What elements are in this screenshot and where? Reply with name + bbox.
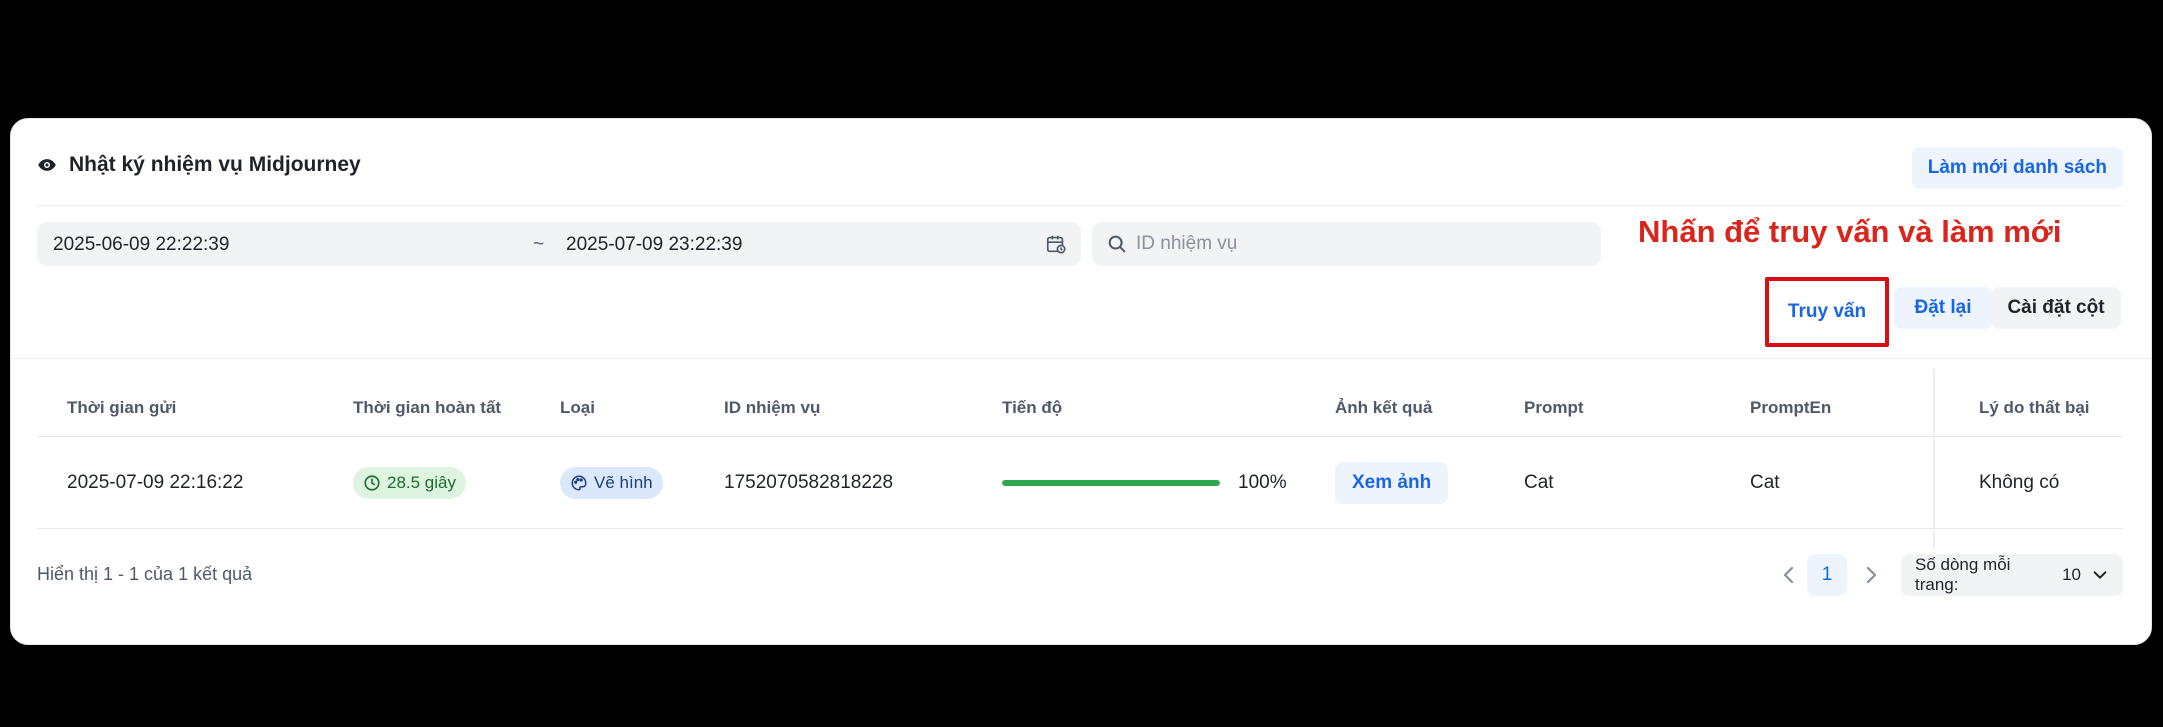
column-header: Ảnh kết quả [1335,398,1433,417]
chevron-down-icon [2091,566,2109,584]
view-image-button[interactable]: Xem ảnh [1335,462,1449,504]
divider [11,358,2151,359]
column-header: Lý do thất bại [1979,398,2090,417]
date-start[interactable]: 2025-06-09 22:22:39 [53,234,229,256]
column-header: Loại [560,398,595,417]
type-cell: Vẽ hình [560,437,663,529]
column-header: Prompt [1524,398,1584,417]
page-size-select[interactable]: Số dòng mỗi trang: 10 [1901,554,2123,596]
column-header: Thời gian hoàn tất [353,398,502,417]
page-size-label: Số dòng mỗi trang: [1915,555,2011,594]
divider [37,205,2125,206]
progress-bar [1002,480,1220,486]
date-separator: ~ [533,234,545,255]
annotation-text: Nhấn để truy vấn và làm mới [1638,214,2062,249]
result-summary: Hiển thị 1 - 1 của 1 kết quả [37,564,253,584]
progress-fill [1002,480,1220,486]
search-icon [1106,233,1128,255]
progress-text: 100% [1238,472,1287,493]
task-table: Thời gian gửi Thời gian hoàn tất Loại ID… [37,379,2123,529]
refresh-list-button[interactable]: Làm mới danh sách [1911,147,2123,189]
card-header: Nhật ký nhiệm vụ Midjourney Làm mới danh… [11,119,2151,207]
table-row[interactable]: 2025-07-09 22:16:22 28.5 giây Vẽ hình 17 [37,437,2123,529]
task-id-search[interactable] [1092,222,1601,266]
duration-badge: 28.5 giây [353,467,466,499]
palette-icon [570,474,588,492]
prev-page-button[interactable] [1771,554,1807,596]
type-text: Vẽ hình [594,473,653,492]
chevron-left-icon [1783,566,1794,584]
search-input[interactable] [1136,222,1586,266]
column-header: PromptEn [1750,398,1832,417]
task-id: 1752070582818228 [724,472,894,493]
column-header: ID nhiệm vụ [724,398,821,417]
column-settings-button[interactable]: Cài đặt cột [1991,287,2121,329]
progress-cell: 100% [1002,437,1287,529]
task-log-card: Nhật ký nhiệm vụ Midjourney Làm mới danh… [10,118,2152,645]
chevron-right-icon [1866,566,1877,584]
duration-text: 28.5 giây [387,473,456,492]
column-header: Thời gian gửi [67,398,177,417]
submit-time: 2025-07-09 22:16:22 [67,472,244,493]
page-title: Nhật ký nhiệm vụ Midjourney [37,153,361,177]
column-divider [1933,369,1935,549]
table-header: Thời gian gửi Thời gian hoàn tất Loại ID… [37,379,2123,437]
page-size-value: 10 [2062,565,2081,584]
calendar-icon[interactable] [1045,233,1067,255]
date-range-picker[interactable]: 2025-06-09 22:22:39 ~ 2025-07-09 23:22:3… [37,222,1081,266]
result-cell: Xem ảnh [1335,437,1449,529]
fail-reason: Không có [1979,472,2060,493]
query-button[interactable]: Truy vấn [1765,277,1889,347]
prompt: Cat [1524,472,1554,493]
duration-cell: 28.5 giây [353,437,466,529]
page-title-text: Nhật ký nhiệm vụ Midjourney [69,153,361,176]
date-end[interactable]: 2025-07-09 23:22:39 [566,234,742,256]
prompt-en: Cat [1750,472,1780,493]
type-badge: Vẽ hình [560,467,663,499]
column-header: Tiến độ [1002,398,1063,417]
next-page-button[interactable] [1853,554,1889,596]
clock-icon [363,474,381,492]
reset-button[interactable]: Đặt lại [1894,287,1992,329]
page-number[interactable]: 1 [1807,554,1847,596]
eye-icon [37,155,57,175]
